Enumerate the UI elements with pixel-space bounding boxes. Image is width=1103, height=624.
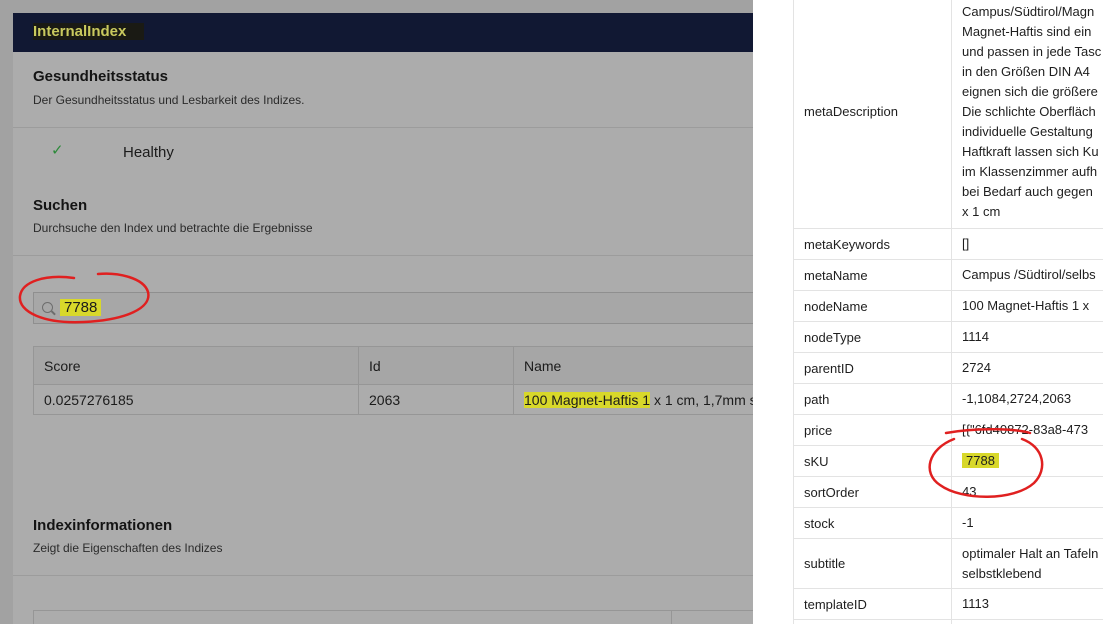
health-section-title: Gesundheitsstatus [33,68,169,85]
table-row: path -1,1084,2724,2063 [793,383,1103,415]
field-value: -1,1084,2724,2063 [951,383,1103,415]
divider [13,127,753,128]
info-section-title: Indexinformationen [33,517,173,534]
index-info-table [33,610,753,624]
table-row: stock -1 [793,507,1103,539]
description-line: eignen sich die größere [962,83,1098,99]
field-value: [{"6fd40872-83a8-473 [951,414,1103,446]
field-value: 100 Magnet-Haftis 1 x [951,290,1103,322]
index-title-bar: InternalIndex [13,13,753,52]
description-line: x 1 cm [962,203,1001,219]
field-value: 1114 [951,321,1103,353]
table-row: metaKeywords [] [793,228,1103,260]
description-line: in den Größen DIN A4 [962,63,1090,79]
index-card: InternalIndex Gesundheitsstatus Der Gesu… [13,13,753,624]
description-line: Campus/Südtirol/Magn [962,3,1095,19]
field-value: 1113 [951,588,1103,620]
column-header-score[interactable]: Score [33,346,359,385]
subtitle-line: optimaler Halt an Tafeln [962,545,1099,561]
result-score: 0.0257276185 [33,384,359,415]
result-name-rest: x 1 cm, 1,7mm s [650,391,753,408]
field-value-sku: 7788 [951,445,1103,477]
result-name[interactable]: 100 Magnet-Haftis 1 x 1 cm, 1,7mm s [513,384,753,415]
field-key [793,619,952,624]
table-row: price [{"6fd40872-83a8-473 [793,414,1103,446]
table-row: sortOrder 43 [793,476,1103,508]
field-key: nodeType [793,321,952,353]
divider [13,255,753,256]
field-key: nodeName [793,290,952,322]
field-key: metaKeywords [793,228,952,260]
field-key: path [793,383,952,415]
table-row: nodeType 1114 [793,321,1103,353]
field-key: metaName [793,259,952,291]
table-row: metaName Campus /Südtirol/selbs [793,259,1103,291]
search-section-subtitle: Durchsuche den Index und betrachte die E… [33,221,313,235]
table-row: nodeName 100 Magnet-Haftis 1 x [793,290,1103,322]
field-key: subtitle [793,538,952,589]
index-title: InternalIndex [33,23,145,40]
description-line: und passen in jede Tasc [962,43,1102,59]
field-key: metaDescription [793,0,952,229]
document-detail-panel: metaDescription Campus/Südtirol/Magn Mag… [753,0,1103,624]
field-key: price [793,414,952,446]
field-value-subtitle: optimaler Halt an Tafeln selbstklebend [951,538,1103,589]
description-line: Die schlichte Oberfläch [962,103,1096,119]
table-row [793,619,1103,624]
field-key: parentID [793,352,952,384]
field-value [951,619,1103,624]
field-value: [] [951,228,1103,260]
field-key: sortOrder [793,476,952,508]
divider [671,610,672,624]
search-results-table: Score Id Name 0.0257276185 2063 100 Magn… [33,346,753,415]
description-line: Haftkraft lassen sich Ku [962,143,1099,159]
result-name-highlight: 100 Magnet-Haftis 1 [524,391,651,408]
health-status-text: Healthy [123,144,174,161]
subtitle-line: selbstklebend [962,565,1042,581]
column-header-id[interactable]: Id [358,346,514,385]
info-section-subtitle: Zeigt die Eigenschaften des Indizes [33,541,223,555]
search-input[interactable]: 7788 [33,292,753,324]
document-fields-table: metaDescription Campus/Südtirol/Magn Mag… [793,0,1103,624]
table-row: subtitle optimaler Halt an Tafeln selbst… [793,538,1103,589]
field-key: sKU [793,445,952,477]
field-value: 43 [951,476,1103,508]
description-line: im Klassenzimmer aufh [962,163,1098,179]
table-row: metaDescription Campus/Südtirol/Magn Mag… [793,0,1103,229]
table-row: templateID 1113 [793,588,1103,620]
field-value-meta-description: Campus/Südtirol/Magn Magnet-Haftis sind … [951,0,1103,229]
search-icon [42,302,53,313]
field-value: -1 [951,507,1103,539]
dimmed-page-background[interactable]: InternalIndex Gesundheitsstatus Der Gesu… [0,0,753,624]
field-key: stock [793,507,952,539]
description-line: Magnet-Haftis sind ein [962,23,1092,39]
table-row[interactable]: 0.0257276185 2063 100 Magnet-Haftis 1 x … [33,384,753,415]
description-line: bei Bedarf auch gegen [962,183,1093,199]
result-id: 2063 [358,384,514,415]
divider [13,575,753,576]
field-value: Campus /Südtirol/selbs [951,259,1103,291]
description-line: individuelle Gestaltung [962,123,1093,139]
table-row: sKU 7788 [793,445,1103,477]
checkmark-icon: ✓ [51,142,64,159]
table-header-row: Score Id Name [33,346,753,385]
search-section-title: Suchen [33,197,88,214]
field-value: 2724 [951,352,1103,384]
sku-highlight: 7788 [962,453,999,468]
health-section-subtitle: Der Gesundheitsstatus und Lesbarkeit des… [33,93,305,107]
table-row: parentID 2724 [793,352,1103,384]
field-key: templateID [793,588,952,620]
search-query-text: 7788 [60,299,102,316]
column-header-name[interactable]: Name [513,346,753,385]
